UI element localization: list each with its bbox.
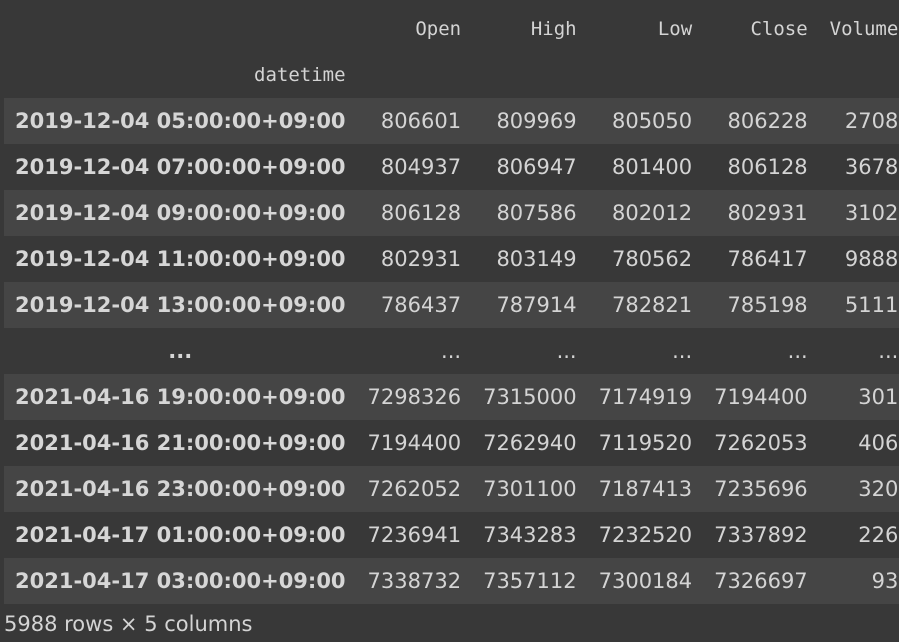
cell-close: 806228: [727, 109, 808, 133]
cell-high: 809969: [496, 109, 577, 133]
row-index: 2021-04-17 01:00:00+09:00: [15, 523, 346, 547]
dataframe-output: Open High Low Close Volume datetime 2019…: [0, 0, 899, 642]
column-header-volume: Volume: [829, 18, 899, 40]
row-index: ...: [168, 339, 193, 363]
cell-open: 802931: [380, 247, 462, 271]
index-name: datetime: [254, 64, 346, 86]
index-name-row: datetime: [4, 52, 899, 98]
table-header: Open High Low Close Volume datetime: [4, 6, 899, 98]
cell-volume: 9888: [844, 247, 899, 271]
cell-low: 7174919: [598, 385, 693, 409]
cell-close: 7194400: [714, 385, 808, 409]
cell-close: 806128: [727, 155, 808, 179]
cell-open: 7338732: [367, 569, 462, 593]
row-index: 2021-04-16 21:00:00+09:00: [15, 431, 346, 455]
cell-close: 7235696: [714, 477, 808, 501]
dataframe-table: Open High Low Close Volume datetime 2019…: [4, 6, 899, 604]
cell-volume: 320: [858, 477, 899, 501]
table-row: 2019-12-04 07:00:00+09:00 804937 806947 801…: [4, 144, 899, 190]
table-row: 2019-12-04 09:00:00+09:00 806128 807586 802…: [4, 190, 899, 236]
column-header-low: Low: [657, 18, 693, 40]
cell-close: 7337892: [714, 523, 808, 547]
cell-volume: 3678: [844, 155, 899, 179]
cell-low: 7232520: [598, 523, 693, 547]
table-row: 2021-04-17 03:00:00+09:00 7338732 7357112 7…: [4, 558, 899, 604]
cell-volume: 2708: [844, 109, 899, 133]
cell-open: ...: [441, 339, 462, 363]
table-body: 2019-12-04 05:00:00+09:00 806601 809969 805…: [4, 98, 899, 604]
cell-open: 7262052: [367, 477, 462, 501]
table-row: 2021-04-16 23:00:00+09:00 7262052 7301100 7…: [4, 466, 899, 512]
cell-low: 780562: [611, 247, 693, 271]
cell-high: 7301100: [483, 477, 577, 501]
cell-volume: 5111: [844, 293, 899, 317]
row-index: 2021-04-17 03:00:00+09:00: [15, 569, 346, 593]
column-header-high: High: [530, 18, 577, 40]
cell-low: 7187413: [598, 477, 693, 501]
index-corner: [4, 6, 357, 52]
table-row: 2019-12-04 05:00:00+09:00 806601 809969 805…: [4, 98, 899, 144]
row-index: 2019-12-04 07:00:00+09:00: [15, 155, 346, 179]
cell-volume: 93: [871, 569, 899, 593]
table-row: 2019-12-04 11:00:00+09:00 802931 803149 780…: [4, 236, 899, 282]
column-header-row: Open High Low Close Volume: [4, 6, 899, 52]
cell-open: 786437: [380, 293, 462, 317]
cell-high: 7357112: [483, 569, 577, 593]
ellipsis-row: ..................: [4, 328, 899, 374]
cell-close: 802931: [727, 201, 808, 225]
row-index: 2019-12-04 09:00:00+09:00: [15, 201, 346, 225]
cell-high: 7343283: [483, 523, 577, 547]
cell-low: 805050: [611, 109, 693, 133]
cell-low: 801400: [611, 155, 693, 179]
cell-high: 787914: [496, 293, 577, 317]
cell-low: 782821: [611, 293, 693, 317]
cell-close: 7326697: [714, 569, 808, 593]
row-index: 2019-12-04 05:00:00+09:00: [15, 109, 346, 133]
column-header-close: Close: [750, 18, 808, 40]
table-row: 2021-04-16 19:00:00+09:00 7298326 7315000 7…: [4, 374, 899, 420]
cell-low: 7300184: [598, 569, 693, 593]
cell-high: 806947: [496, 155, 577, 179]
row-index: 2021-04-16 19:00:00+09:00: [15, 385, 346, 409]
row-index: 2019-12-04 13:00:00+09:00: [15, 293, 346, 317]
cell-close: 785198: [727, 293, 808, 317]
cell-high: 807586: [496, 201, 577, 225]
cell-open: 806128: [380, 201, 462, 225]
table-row: 2021-04-17 01:00:00+09:00 7236941 7343283 7…: [4, 512, 899, 558]
cell-open: 7298326: [367, 385, 462, 409]
cell-close: 7262053: [714, 431, 808, 455]
cell-high: 7315000: [483, 385, 577, 409]
cell-high: 7262940: [483, 431, 577, 455]
column-header-open: Open: [415, 18, 462, 40]
cell-open: 806601: [380, 109, 462, 133]
cell-open: 7194400: [367, 431, 462, 455]
cell-close: ...: [787, 339, 808, 363]
cell-low: 802012: [611, 201, 693, 225]
table-row: 2021-04-16 21:00:00+09:00 7194400 7262940 7…: [4, 420, 899, 466]
cell-high: 803149: [496, 247, 577, 271]
table-row: 2019-12-04 13:00:00+09:00 786437 787914 782…: [4, 282, 899, 328]
cell-low: 7119520: [598, 431, 693, 455]
cell-open: 804937: [380, 155, 462, 179]
cell-high: ...: [556, 339, 577, 363]
cell-open: 7236941: [367, 523, 462, 547]
dataframe-shape-summary: 5988 rows × 5 columns: [4, 612, 253, 636]
row-index: 2019-12-04 11:00:00+09:00: [15, 247, 346, 271]
cell-low: ...: [672, 339, 693, 363]
cell-volume: 3102: [844, 201, 899, 225]
row-index: 2021-04-16 23:00:00+09:00: [15, 477, 346, 501]
cell-close: 786417: [727, 247, 808, 271]
cell-volume: ...: [878, 339, 899, 363]
cell-volume: 226: [858, 523, 899, 547]
cell-volume: 301: [858, 385, 899, 409]
cell-volume: 406: [858, 431, 899, 455]
